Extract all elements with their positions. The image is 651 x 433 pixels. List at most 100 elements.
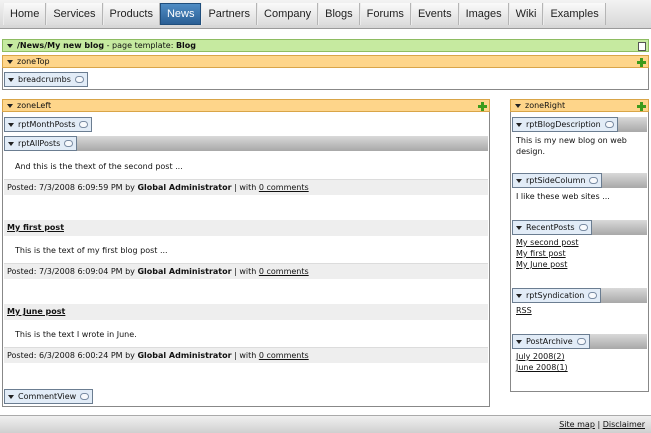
- post-title-strip: [4, 220, 488, 236]
- webpart-month-posts[interactable]: rptMonthPosts: [4, 117, 93, 132]
- webpart-side-column[interactable]: rptSideColumn: [512, 173, 603, 188]
- nav-item-news[interactable]: News: [159, 3, 202, 25]
- archive-link[interactable]: June 2008(1): [516, 363, 568, 372]
- properties-icon[interactable]: [589, 177, 599, 184]
- archive-link[interactable]: July 2008(2): [516, 352, 565, 361]
- zone-right-bar: zoneRight: [510, 99, 649, 112]
- post-author: Global Administrator: [137, 351, 232, 360]
- zone-right-label: zoneRight: [525, 101, 566, 110]
- zone-left-bar: zoneLeft: [2, 99, 490, 112]
- nav-item-products[interactable]: Products: [102, 3, 160, 25]
- rss-link[interactable]: RSS: [516, 306, 532, 315]
- nav-item-examples[interactable]: Examples: [543, 3, 606, 25]
- webpart-title: PostArchive: [526, 337, 573, 346]
- webpart-title: rptMonthPosts: [18, 120, 76, 129]
- collapse-arrow-icon[interactable]: [8, 141, 14, 146]
- comments-link[interactable]: 0 comments: [259, 183, 309, 192]
- post-body: And this is the thext of the second post…: [15, 162, 183, 171]
- nav-item-home[interactable]: Home: [3, 3, 47, 25]
- collapse-arrow-icon[interactable]: [516, 293, 522, 298]
- sitemap-link[interactable]: Site map: [559, 420, 595, 429]
- nav-item-forums[interactable]: Forums: [359, 3, 411, 25]
- collapse-arrow-icon[interactable]: [516, 178, 522, 183]
- collapse-arrow-icon[interactable]: [516, 225, 522, 230]
- nav-item-company[interactable]: Company: [257, 3, 319, 25]
- add-webpart-icon[interactable]: [637, 102, 646, 111]
- post-body: This is the text I wrote in June.: [15, 330, 137, 339]
- collapse-arrow-icon[interactable]: [515, 103, 521, 108]
- nav-item-images[interactable]: Images: [458, 3, 509, 25]
- webpart-syndication[interactable]: rptSyndication: [512, 288, 602, 303]
- footer-sep: |: [594, 420, 603, 429]
- webpart-comment-view[interactable]: CommentView: [4, 389, 94, 404]
- post-title-strip: [4, 304, 488, 320]
- nav-item-partners[interactable]: Partners: [201, 3, 258, 25]
- properties-icon[interactable]: [74, 76, 84, 83]
- webpart-title: RecentPosts: [526, 223, 575, 232]
- zone-left-label: zoneLeft: [17, 101, 52, 110]
- webpart-title: rptBlogDescription: [526, 120, 601, 129]
- collapse-arrow-icon[interactable]: [8, 394, 14, 399]
- properties-icon[interactable]: [64, 140, 74, 147]
- post-author: Global Administrator: [137, 267, 232, 276]
- properties-icon[interactable]: [79, 121, 89, 128]
- webpart-all-posts[interactable]: rptAllPosts: [4, 136, 78, 151]
- properties-icon[interactable]: [578, 224, 588, 231]
- post-title-link[interactable]: My June post: [7, 307, 65, 316]
- posted-date: Posted: 7/3/2008 6:09:04 PM by: [7, 267, 138, 276]
- nav-item-wiki[interactable]: Wiki: [508, 3, 544, 25]
- nav-item-services[interactable]: Services: [46, 3, 103, 25]
- add-webpart-icon[interactable]: [637, 58, 646, 67]
- properties-icon[interactable]: [604, 121, 614, 128]
- recent-post-link[interactable]: My second post: [516, 238, 579, 247]
- edit-page-icon[interactable]: [638, 42, 646, 51]
- recent-post-link[interactable]: My June post: [516, 260, 567, 269]
- recent-post-link[interactable]: My first post: [516, 249, 566, 258]
- webpart-title: CommentView: [18, 392, 77, 401]
- posted-date: Posted: 6/3/2008 6:00:24 PM by: [7, 351, 138, 360]
- properties-icon[interactable]: [576, 338, 586, 345]
- add-webpart-icon[interactable]: [478, 102, 487, 111]
- post-body: This is the text of my first blog post .…: [15, 246, 168, 255]
- webpart-recent-posts[interactable]: RecentPosts: [512, 220, 592, 235]
- posted-date: Posted: 7/3/2008 6:09:59 PM by: [7, 183, 138, 192]
- webpart-title: rptSyndication: [526, 291, 585, 300]
- properties-icon[interactable]: [80, 393, 90, 400]
- disclaimer-link[interactable]: Disclaimer: [603, 420, 645, 429]
- collapse-arrow-icon[interactable]: [516, 122, 522, 127]
- webpart-blog-description[interactable]: rptBlogDescription: [512, 117, 618, 132]
- zone-top-content: [2, 68, 649, 90]
- top-nav: Home Services Products News Partners Com…: [0, 0, 651, 29]
- post-title-link[interactable]: My first post: [7, 223, 64, 232]
- collapse-arrow-icon[interactable]: [7, 59, 13, 64]
- page-template-prefix: - page template:: [104, 41, 176, 50]
- posted-sep: | with: [231, 183, 259, 192]
- collapse-arrow-icon[interactable]: [7, 43, 13, 48]
- nav-item-blogs[interactable]: Blogs: [318, 3, 360, 25]
- collapse-arrow-icon[interactable]: [8, 122, 14, 127]
- webpart-title: rptSideColumn: [526, 176, 586, 185]
- webpart-breadcrumbs[interactable]: breadcrumbs: [4, 72, 88, 87]
- webpart-post-archive[interactable]: PostArchive: [512, 334, 590, 349]
- side-column-text: I like these web sites ...: [516, 192, 610, 201]
- comments-link[interactable]: 0 comments: [259, 351, 309, 360]
- post-meta: Posted: 6/3/2008 6:00:24 PM by Global Ad…: [4, 347, 488, 363]
- webpart-title: breadcrumbs: [18, 75, 71, 84]
- nav-item-events[interactable]: Events: [410, 3, 459, 25]
- collapse-arrow-icon[interactable]: [7, 103, 13, 108]
- page-path: /News/My new blog: [17, 41, 105, 50]
- blog-description-text: This is my new blog on web design.: [516, 136, 627, 156]
- footer: Site map | Disclaimer: [0, 415, 651, 433]
- properties-icon[interactable]: [588, 292, 598, 299]
- post-meta: Posted: 7/3/2008 6:09:04 PM by Global Ad…: [4, 263, 488, 279]
- zone-top-bar: zoneTop: [2, 55, 649, 68]
- collapse-arrow-icon[interactable]: [8, 77, 14, 82]
- post-author: Global Administrator: [137, 183, 232, 192]
- posted-sep: | with: [231, 351, 259, 360]
- post-meta: Posted: 7/3/2008 6:09:59 PM by Global Ad…: [4, 179, 488, 195]
- comments-link[interactable]: 0 comments: [259, 267, 309, 276]
- page-template-name: Blog: [175, 41, 196, 50]
- posted-sep: | with: [231, 267, 259, 276]
- page-template-bar: /News/My new blog - page template: Blog: [2, 39, 649, 52]
- collapse-arrow-icon[interactable]: [516, 339, 522, 344]
